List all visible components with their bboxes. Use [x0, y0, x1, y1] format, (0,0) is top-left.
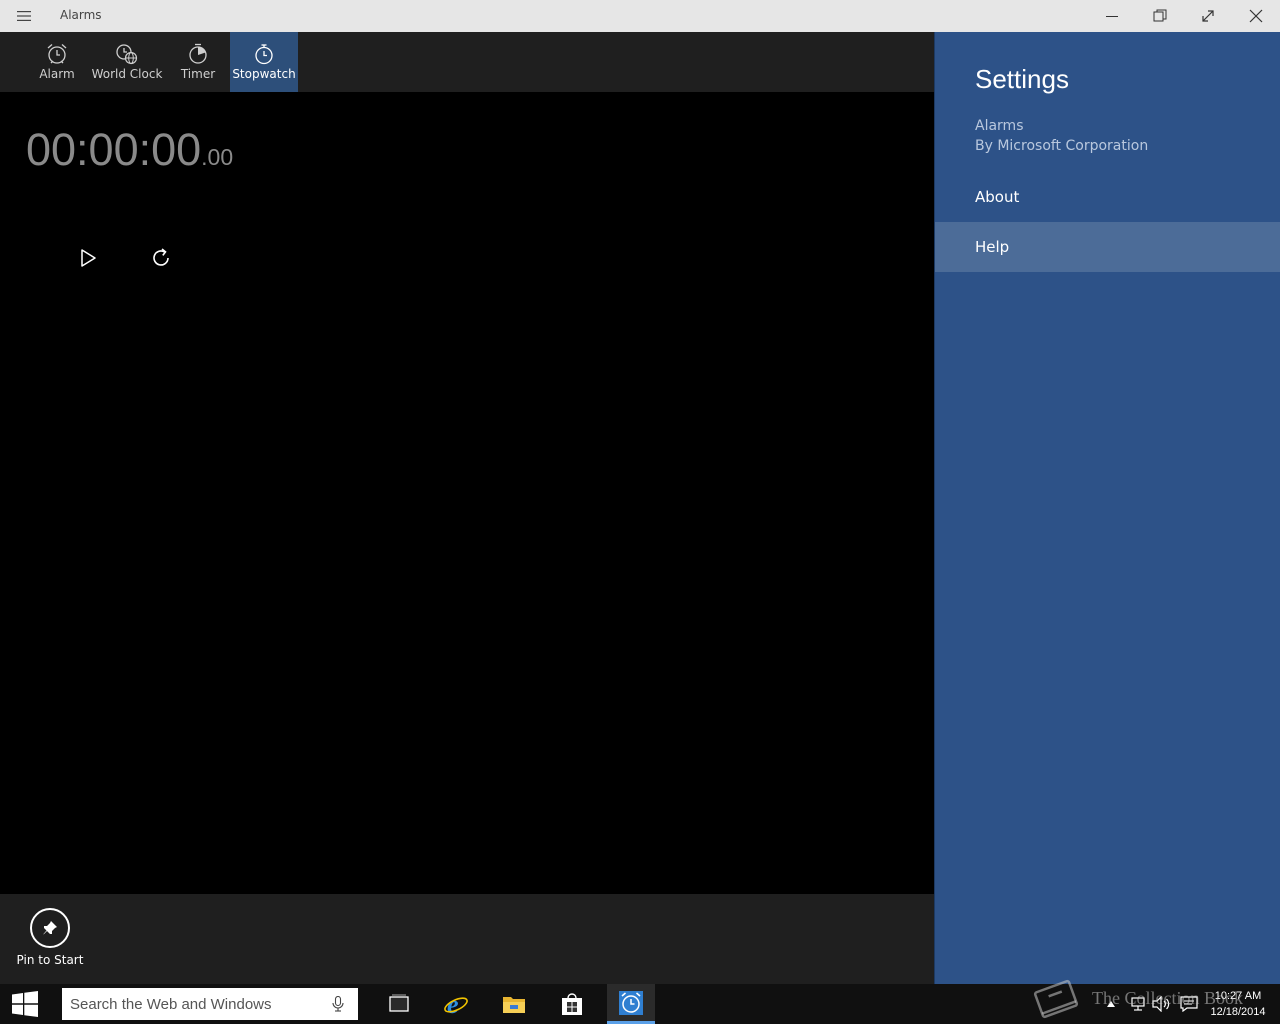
search-input[interactable] — [62, 994, 324, 1014]
close-icon — [1249, 9, 1263, 23]
settings-item-help[interactable]: Help — [935, 222, 1280, 272]
network-icon — [1131, 997, 1145, 1011]
fullscreen-button[interactable] — [1184, 0, 1232, 32]
action-center-button[interactable] — [1178, 992, 1200, 1016]
folder-icon — [503, 997, 525, 1013]
app-content: Alarm World Clock Timer Stopwatch 00:00:… — [0, 32, 934, 984]
pin-icon — [43, 921, 57, 935]
pin-label: Pin to Start — [16, 953, 84, 967]
stopwatch-fraction: .00 — [201, 144, 234, 170]
volume-button[interactable] — [1150, 992, 1172, 1016]
microphone-icon — [332, 996, 344, 1012]
timer-icon — [189, 43, 207, 64]
settings-title: Settings — [975, 64, 1069, 94]
close-button[interactable] — [1232, 0, 1280, 32]
app-bar: Pin to Start — [0, 894, 934, 984]
hamburger-icon — [17, 11, 31, 21]
reset-button[interactable] — [143, 240, 179, 276]
restore-icon — [1153, 9, 1167, 22]
settings-app-name: Alarms — [975, 118, 1024, 134]
settings-pane: Settings Alarms By Microsoft Corporation… — [934, 32, 1280, 984]
alarm-clock-icon — [47, 44, 67, 64]
tab-world-clock[interactable]: World Clock — [90, 32, 164, 92]
play-icon — [81, 249, 96, 267]
stopwatch-time: 00:00:00 — [26, 124, 202, 175]
notification-icon — [1180, 996, 1198, 1012]
taskbar-search-box[interactable] — [62, 988, 358, 1020]
tab-bar: Alarm World Clock Timer Stopwatch — [0, 32, 934, 92]
taskbar-clock[interactable]: 10:27 AM 12/18/2014 — [1200, 988, 1276, 1020]
taskbar-internet-explorer[interactable]: e — [432, 984, 480, 1024]
title-bar: Alarms — [0, 0, 1280, 32]
store-icon — [562, 993, 582, 1015]
tab-timer[interactable]: Timer — [176, 32, 220, 92]
show-hidden-icons-button[interactable] — [1100, 992, 1122, 1016]
tab-label: World Clock — [91, 67, 163, 81]
clock-time: 10:27 AM — [1214, 990, 1262, 1002]
hamburger-menu-button[interactable] — [10, 0, 38, 32]
restore-button[interactable] — [1136, 0, 1184, 32]
stopwatch-display: 00:00:00.00 — [26, 124, 233, 176]
pin-circle — [30, 908, 70, 948]
taskbar-alarms[interactable] — [607, 984, 655, 1024]
tab-stopwatch[interactable]: Stopwatch — [230, 32, 298, 92]
windows-logo-icon — [12, 991, 38, 1017]
microphone-button[interactable] — [324, 988, 352, 1020]
tab-label: Alarm — [39, 67, 75, 81]
world-clock-icon — [116, 44, 138, 65]
clock-date: 12/18/2014 — [1210, 1006, 1266, 1018]
settings-item-about[interactable]: About — [935, 172, 1280, 222]
stopwatch-icon — [255, 44, 273, 65]
network-button[interactable] — [1127, 992, 1149, 1016]
task-view-button[interactable] — [375, 984, 423, 1024]
taskbar: e — [0, 984, 1280, 1024]
window-title: Alarms — [60, 8, 102, 22]
start-menu-button[interactable] — [0, 984, 50, 1024]
start-button[interactable] — [70, 240, 106, 276]
speaker-icon — [1152, 996, 1170, 1012]
taskbar-store[interactable] — [548, 984, 596, 1024]
tab-label: Timer — [180, 67, 216, 81]
settings-publisher: By Microsoft Corporation — [975, 138, 1149, 154]
internet-explorer-icon: e — [444, 991, 468, 1017]
tab-label: Stopwatch — [232, 67, 296, 81]
tab-alarm[interactable]: Alarm — [32, 32, 82, 92]
reset-icon — [153, 248, 169, 266]
taskbar-file-explorer[interactable] — [490, 984, 538, 1024]
minimize-icon — [1106, 16, 1118, 17]
expand-icon — [1202, 10, 1214, 22]
alarms-app-icon — [619, 990, 643, 1015]
minimize-button[interactable] — [1088, 0, 1136, 32]
task-view-icon — [389, 994, 409, 1012]
chevron-up-icon — [1107, 1001, 1115, 1007]
pin-to-start-button[interactable]: Pin to Start — [14, 908, 86, 972]
